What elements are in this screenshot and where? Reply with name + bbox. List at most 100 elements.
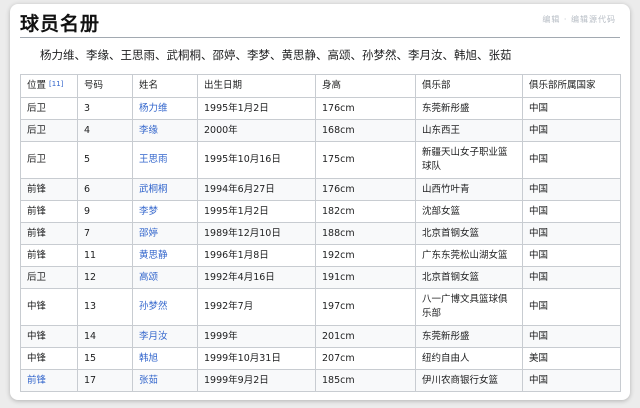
- cell-number: 12: [77, 266, 133, 289]
- header-name: 姓名: [132, 74, 198, 98]
- cell-number: 14: [77, 325, 133, 348]
- cell-country: 中国: [522, 244, 621, 267]
- cell-number: 15: [77, 347, 133, 370]
- cell-height: 168cm: [315, 119, 416, 142]
- player-link[interactable]: 李月汝: [139, 331, 168, 342]
- cell-number: 17: [77, 369, 133, 392]
- cell-club: 沈部女篮: [415, 200, 523, 223]
- cell-country: 中国: [522, 141, 621, 179]
- cell-position: 中锋: [20, 347, 78, 370]
- player-link[interactable]: 李梦: [139, 206, 158, 217]
- cell-birth: 1995年1月2日: [197, 200, 316, 223]
- player-link[interactable]: 韩旭: [139, 353, 158, 364]
- cell-name: 杨力维: [132, 97, 198, 120]
- table-row: 前锋 9 李梦 1995年1月2日 182cm 沈部女篮 中国: [20, 200, 621, 223]
- player-link[interactable]: 王思雨: [139, 154, 168, 165]
- cell-club: 广东东莞松山湖女篮: [415, 244, 523, 267]
- reference-link[interactable]: [11]: [49, 80, 63, 88]
- table-row: 前锋 7 邵婷 1989年12月10日 188cm 北京首钢女篮 中国: [20, 222, 621, 245]
- cell-country: 中国: [522, 200, 621, 223]
- cell-number: 7: [77, 222, 133, 245]
- table-row: 后卫 3 杨力维 1995年1月2日 176cm 东莞新彤盛 中国: [20, 97, 621, 120]
- player-link[interactable]: 孙梦然: [139, 301, 168, 312]
- header-club-country: 俱乐部所属国家: [522, 74, 621, 98]
- cell-club: 纽约自由人: [415, 347, 523, 370]
- cell-name: 韩旭: [132, 347, 198, 370]
- cell-name: 李梦: [132, 200, 198, 223]
- cell-birth: 1999年9月2日: [197, 369, 316, 392]
- cell-number: 13: [77, 288, 133, 326]
- player-link[interactable]: 张茹: [139, 375, 158, 386]
- cell-country: 中国: [522, 119, 621, 142]
- cell-birth: 1992年7月: [197, 288, 316, 326]
- cell-name: 王思雨: [132, 141, 198, 179]
- cell-height: 207cm: [315, 347, 416, 370]
- player-link[interactable]: 黄思静: [139, 250, 168, 261]
- cell-birth: 1994年6月27日: [197, 178, 316, 201]
- cell-height: 176cm: [315, 97, 416, 120]
- cell-number: 4: [77, 119, 133, 142]
- header-club: 俱乐部: [415, 74, 523, 98]
- cell-name: 武桐桐: [132, 178, 198, 201]
- cell-club: 北京首钢女篮: [415, 222, 523, 245]
- cell-name: 李缘: [132, 119, 198, 142]
- cell-position: 前锋: [20, 222, 78, 245]
- content-card: 球员名册 编辑 · 编辑源代码 杨力维、李缘、王思雨、武桐桐、邵婷、李梦、黄思静…: [10, 4, 630, 400]
- cell-height: 188cm: [315, 222, 416, 245]
- cell-club: 伊川农商银行女篮: [415, 369, 523, 392]
- cell-number: 6: [77, 178, 133, 201]
- cell-country: 中国: [522, 266, 621, 289]
- cell-height: 191cm: [315, 266, 416, 289]
- cell-club: 新疆天山女子职业篮球队: [415, 141, 523, 179]
- cell-height: 185cm: [315, 369, 416, 392]
- player-link[interactable]: 杨力维: [139, 103, 168, 114]
- player-link[interactable]: 高颂: [139, 272, 158, 283]
- cell-position: 前锋: [20, 369, 78, 392]
- cell-position: 后卫: [20, 119, 78, 142]
- roster-table: 位置 [11] 号码 姓名 出生日期 身高 俱乐部 俱乐部所属国家 后卫 3 杨…: [20, 74, 621, 392]
- cell-height: 175cm: [315, 141, 416, 179]
- cell-position: 前锋: [20, 244, 78, 267]
- table-row: 前锋 11 黄思静 1996年1月8日 192cm 广东东莞松山湖女篮 中国: [20, 244, 621, 267]
- table-row: 后卫 4 李缘 2000年 168cm 山东西王 中国: [20, 119, 621, 142]
- cell-height: 192cm: [315, 244, 416, 267]
- cell-name: 邵婷: [132, 222, 198, 245]
- edit-section-link[interactable]: 编辑 · 编辑源代码: [542, 14, 616, 25]
- cell-position: 后卫: [20, 141, 78, 179]
- position-link[interactable]: 前锋: [27, 375, 46, 386]
- cell-country: 中国: [522, 97, 621, 120]
- table-row: 后卫 5 王思雨 1995年10月16日 175cm 新疆天山女子职业篮球队 中…: [20, 141, 621, 179]
- cell-country: 中国: [522, 325, 621, 348]
- table-row: 前锋 6 武桐桐 1994年6月27日 176cm 山西竹叶青 中国: [20, 178, 621, 201]
- table-header-row: 位置 [11] 号码 姓名 出生日期 身高 俱乐部 俱乐部所属国家: [20, 74, 621, 98]
- header-height: 身高: [315, 74, 416, 98]
- cell-club: 东莞新彤盛: [415, 97, 523, 120]
- cell-height: 201cm: [315, 325, 416, 348]
- cell-birth: 1995年1月2日: [197, 97, 316, 120]
- cell-club: 八一广博文具篮球俱乐部: [415, 288, 523, 326]
- cell-position: 中锋: [20, 288, 78, 326]
- members-list: 杨力维、李缘、王思雨、武桐桐、邵婷、李梦、黄思静、高颂、孙梦然、李月汝、韩旭、张…: [40, 48, 512, 62]
- heading-divider: [20, 37, 620, 38]
- player-link[interactable]: 李缘: [139, 125, 158, 136]
- section-heading: 球员名册: [20, 13, 101, 35]
- cell-birth: 1996年1月8日: [197, 244, 316, 267]
- table-row: 中锋 14 李月汝 1999年 201cm 东莞新彤盛 中国: [20, 325, 621, 348]
- cell-name: 孙梦然: [132, 288, 198, 326]
- cell-club: 北京首钢女篮: [415, 266, 523, 289]
- header-birth-date: 出生日期: [197, 74, 316, 98]
- cell-position: 前锋: [20, 178, 78, 201]
- cell-name: 高颂: [132, 266, 198, 289]
- cell-position: 后卫: [20, 266, 78, 289]
- cell-birth: 1995年10月16日: [197, 141, 316, 179]
- player-link[interactable]: 邵婷: [139, 228, 158, 239]
- cell-name: 黄思静: [132, 244, 198, 267]
- cell-height: 182cm: [315, 200, 416, 223]
- table-row: 中锋 15 韩旭 1999年10月31日 207cm 纽约自由人 美国: [20, 347, 621, 370]
- cell-number: 11: [77, 244, 133, 267]
- cell-birth: 1989年12月10日: [197, 222, 316, 245]
- player-link[interactable]: 武桐桐: [139, 184, 168, 195]
- cell-position: 中锋: [20, 325, 78, 348]
- cell-club: 山东西王: [415, 119, 523, 142]
- table-row: 后卫 12 高颂 1992年4月16日 191cm 北京首钢女篮 中国: [20, 266, 621, 289]
